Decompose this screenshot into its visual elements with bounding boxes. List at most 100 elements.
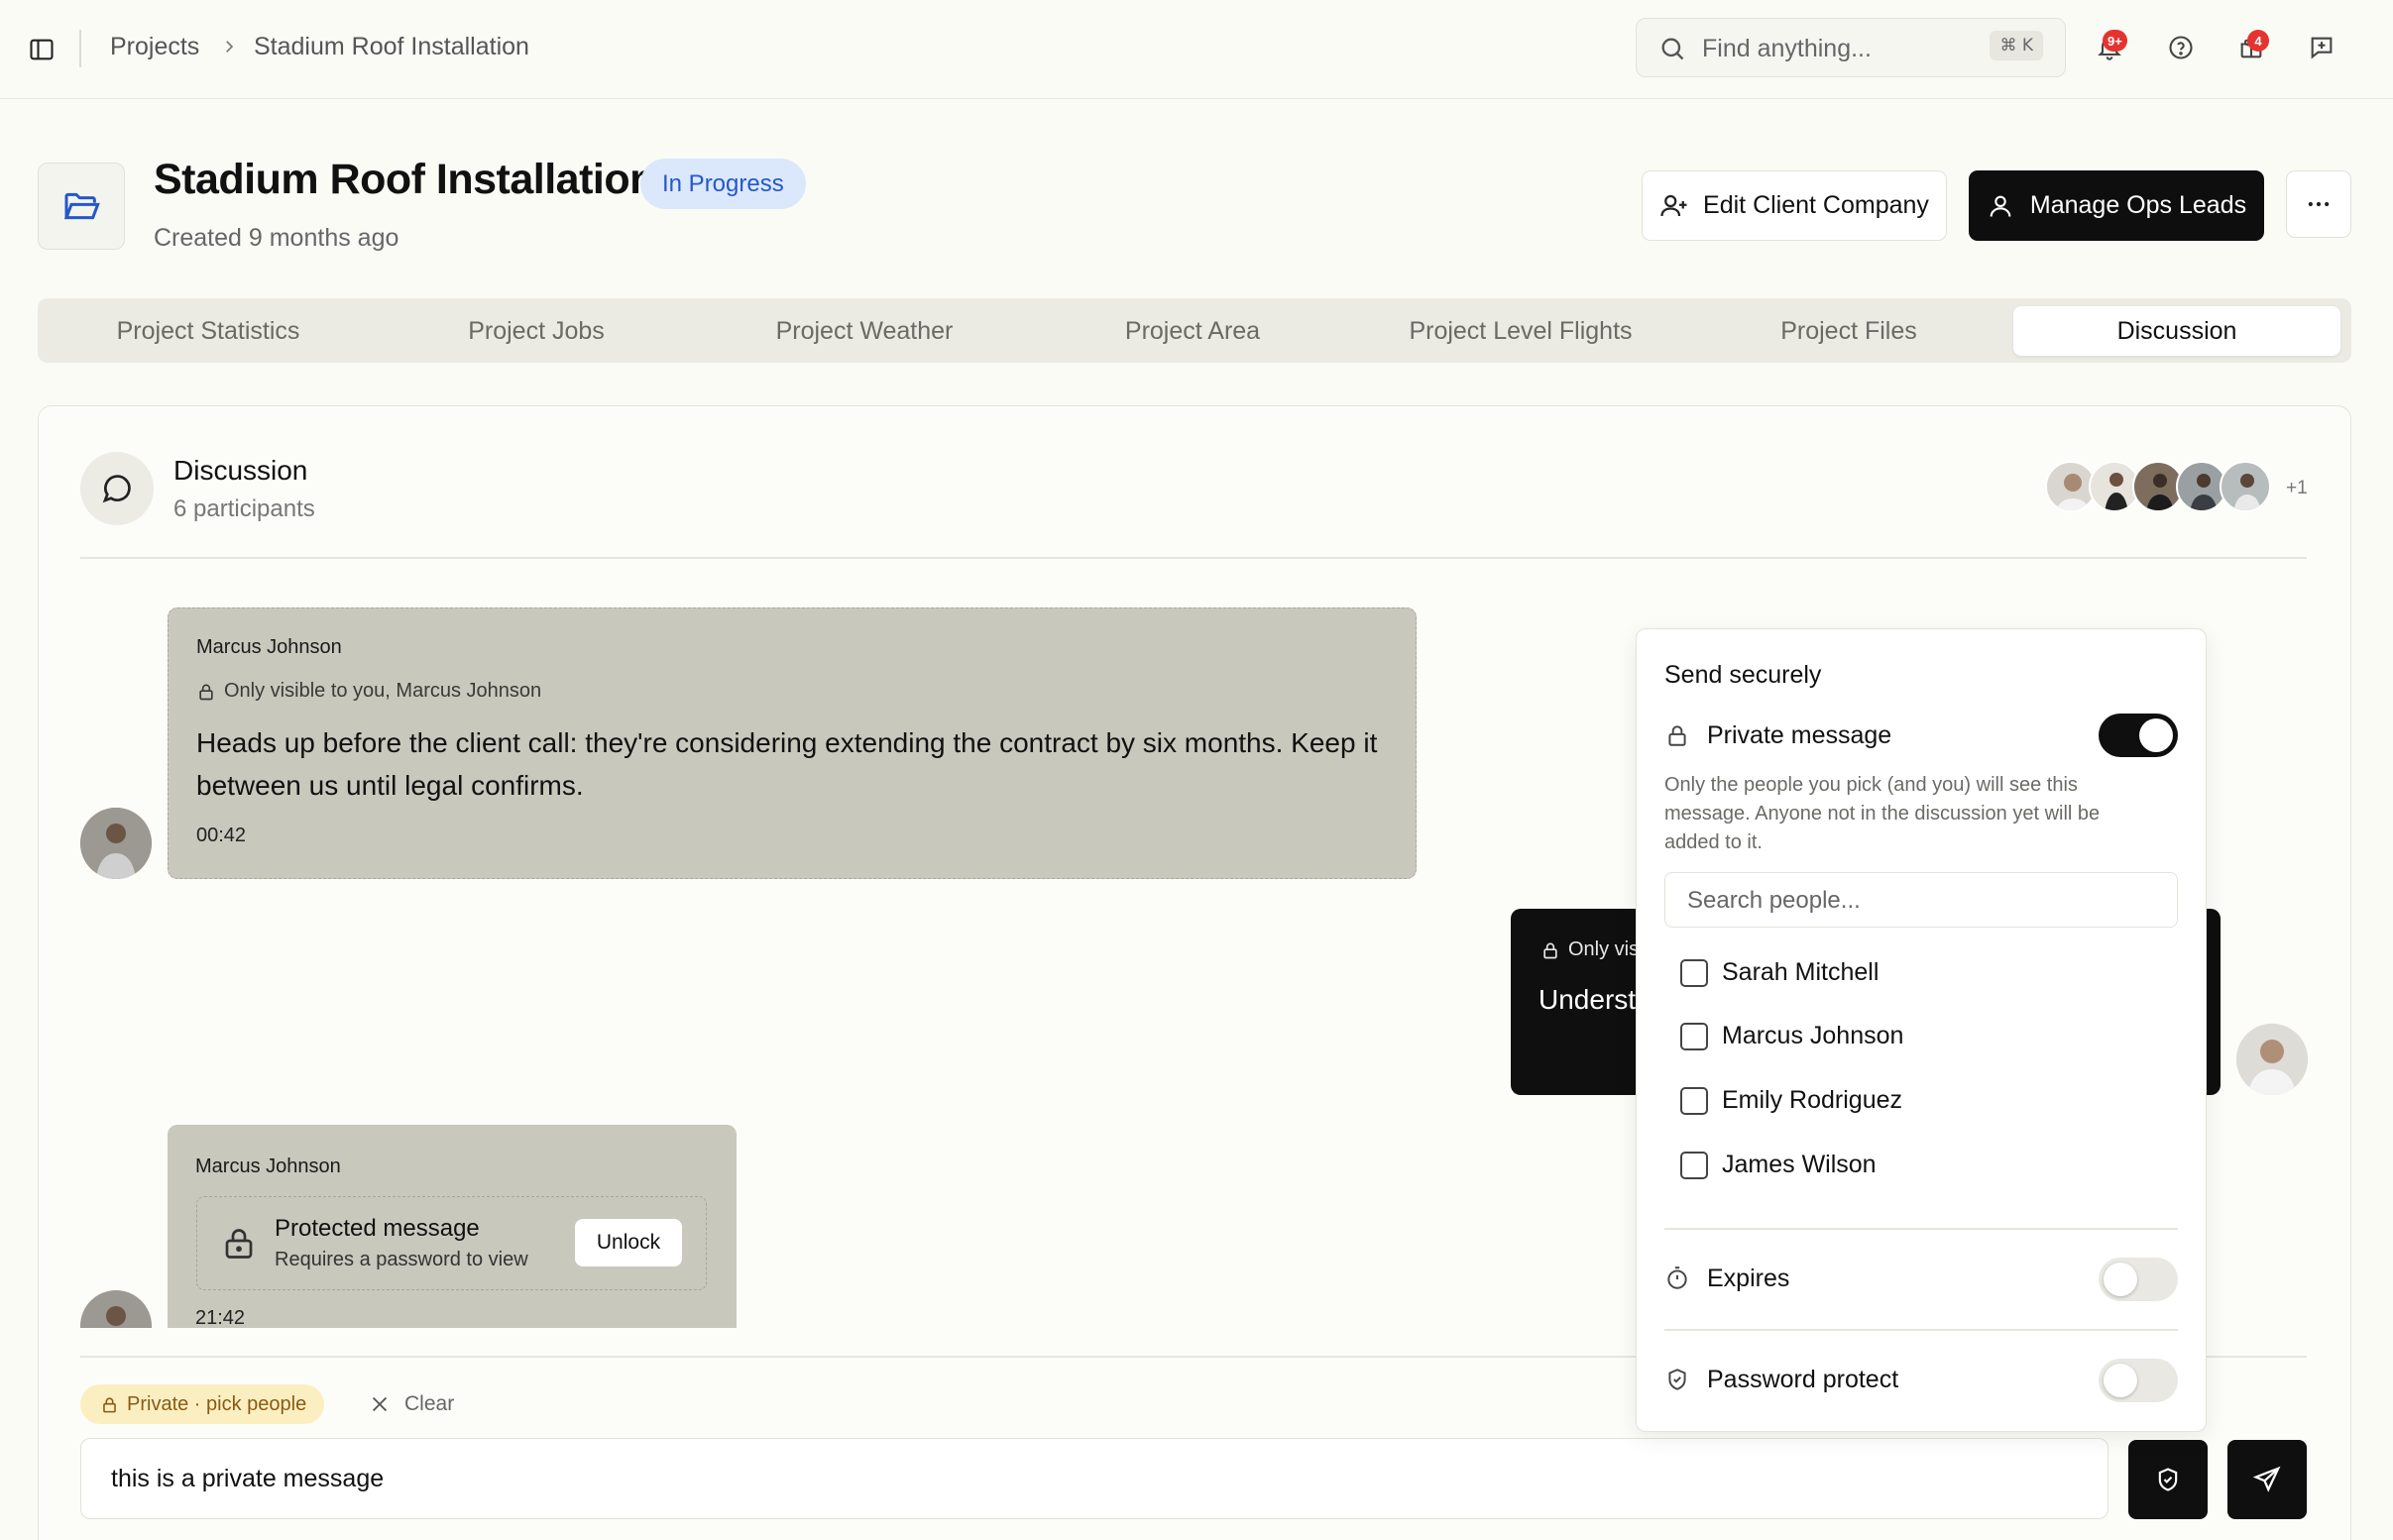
checkbox-sarah-mitchell[interactable] bbox=[1680, 959, 1708, 987]
manage-ops-leads-label: Manage Ops Leads bbox=[2029, 191, 2247, 219]
protected-subtitle: Requires a password to view bbox=[275, 1249, 528, 1270]
toggle-knob bbox=[2104, 1364, 2137, 1397]
checkbox-marcus-johnson[interactable] bbox=[1680, 1023, 1708, 1050]
manage-ops-leads-button[interactable]: Manage Ops Leads bbox=[1969, 170, 2264, 241]
message-input-text: this is a private message bbox=[111, 1465, 385, 1492]
shield-check-icon bbox=[1664, 1367, 1690, 1392]
clear-label: Clear bbox=[404, 1392, 455, 1415]
tab-discussion[interactable]: Discussion bbox=[2013, 306, 2340, 356]
breadcrumb-current[interactable]: Stadium Roof Installation bbox=[254, 33, 529, 61]
project-folder-icon-box bbox=[38, 163, 125, 250]
people-search-placeholder: Search people... bbox=[1687, 887, 1861, 914]
avatar bbox=[2236, 1024, 2308, 1095]
message-author: Marcus Johnson bbox=[196, 636, 342, 658]
chevron-right-icon bbox=[220, 37, 238, 56]
more-horizontal-icon bbox=[2305, 190, 2333, 218]
lock-icon bbox=[196, 682, 216, 702]
people-search-input[interactable]: Search people... bbox=[1664, 872, 2178, 928]
private-message-toggle[interactable] bbox=[2099, 714, 2178, 757]
send-button[interactable] bbox=[2227, 1440, 2307, 1519]
page-title: Stadium Roof Installation bbox=[154, 156, 655, 203]
more-participants-count: +1 bbox=[2286, 478, 2308, 498]
participants-count: 6 participants bbox=[173, 495, 315, 522]
message-time: 21:42 bbox=[195, 1307, 246, 1329]
protected-title: Protected message bbox=[275, 1215, 480, 1242]
toggle-knob bbox=[2104, 1263, 2137, 1296]
unlock-button[interactable]: Unlock bbox=[575, 1219, 682, 1266]
edit-client-company-label: Edit Client Company bbox=[1703, 191, 1929, 219]
message-circle-icon bbox=[80, 452, 154, 525]
user-plus-icon bbox=[1659, 191, 1689, 221]
popover-divider bbox=[1664, 1329, 2178, 1331]
lock-icon bbox=[100, 1395, 119, 1414]
send-securely-popover: Send securely Private message Only the p… bbox=[1636, 628, 2207, 1432]
project-tabs: Project Statistics Project Jobs Project … bbox=[38, 298, 2351, 363]
discussion-title: Discussion bbox=[173, 455, 308, 486]
folder-open-icon bbox=[61, 186, 101, 226]
notifications-badge: 9+ bbox=[2103, 30, 2127, 52]
private-message-label: Private message bbox=[1707, 721, 1892, 749]
message-input[interactable]: this is a private message bbox=[80, 1438, 2108, 1519]
toggle-knob bbox=[2139, 718, 2173, 752]
message-text: Underst bbox=[1538, 984, 1637, 1015]
person-name: James Wilson bbox=[1722, 1151, 1877, 1178]
tab-project-weather[interactable]: Project Weather bbox=[701, 306, 1028, 356]
shield-check-icon bbox=[2154, 1466, 2182, 1493]
search-icon bbox=[1658, 35, 1686, 62]
clear-button[interactable]: Clear bbox=[369, 1392, 454, 1416]
secure-send-options-button[interactable] bbox=[2128, 1440, 2208, 1519]
search-shortcut: ⌘ K bbox=[1990, 31, 2043, 60]
message-author: Marcus Johnson bbox=[195, 1155, 341, 1177]
header-divider bbox=[80, 557, 2307, 559]
protected-message-card: Protected message Requires a password to… bbox=[196, 1196, 707, 1290]
private-mode-pill[interactable]: Private · pick people bbox=[80, 1384, 325, 1424]
lock-icon bbox=[1664, 722, 1690, 748]
top-bar: Projects Stadium Roof Installation Find … bbox=[0, 0, 2393, 99]
timer-icon bbox=[1664, 1265, 1690, 1291]
message-visibility-text: Only vis bbox=[1568, 938, 1640, 960]
password-protect-label: Password protect bbox=[1707, 1366, 1899, 1393]
created-date: Created 9 months ago bbox=[154, 224, 399, 252]
popover-divider bbox=[1664, 1228, 2178, 1230]
lock-icon bbox=[221, 1225, 257, 1263]
help-circle-icon[interactable] bbox=[2161, 28, 2201, 67]
feedback-icon[interactable] bbox=[2302, 28, 2341, 67]
message-bubble: Marcus Johnson Only visible to you, Marc… bbox=[168, 607, 1417, 879]
tab-project-files[interactable]: Project Files bbox=[1685, 306, 2012, 356]
edit-client-company-button[interactable]: Edit Client Company bbox=[1642, 170, 1947, 241]
message-time: 00:42 bbox=[196, 825, 247, 846]
checkbox-james-wilson[interactable] bbox=[1680, 1152, 1708, 1179]
private-help-text: Only the people you pick (and you) will … bbox=[1664, 774, 2101, 853]
person-name: Emily Rodriguez bbox=[1722, 1086, 1903, 1114]
message-visibility-text: Only visible to you, Marcus Johnson bbox=[224, 680, 542, 702]
message-text: Heads up before the client call: they're… bbox=[196, 727, 1378, 801]
message-visibility: Only vis bbox=[1540, 938, 1639, 961]
expires-toggle[interactable] bbox=[2099, 1258, 2178, 1301]
close-icon bbox=[369, 1393, 391, 1415]
avatar bbox=[80, 808, 152, 879]
tab-project-statistics[interactable]: Project Statistics bbox=[45, 306, 372, 356]
popover-title: Send securely bbox=[1664, 661, 1822, 689]
topbar-divider bbox=[79, 30, 81, 67]
private-mode-label: Private · pick people bbox=[127, 1392, 307, 1415]
breadcrumb-projects[interactable]: Projects bbox=[110, 33, 199, 61]
send-icon bbox=[2252, 1465, 2282, 1494]
global-search[interactable]: Find anything... ⌘ K bbox=[1636, 18, 2066, 77]
person-name: Sarah Mitchell bbox=[1722, 958, 1880, 986]
lock-icon bbox=[1540, 940, 1560, 960]
user-icon bbox=[1987, 192, 2014, 220]
updates-badge: 4 bbox=[2247, 30, 2269, 52]
tab-project-level-flights[interactable]: Project Level Flights bbox=[1357, 306, 1684, 356]
message-visibility: Only visible to you, Marcus Johnson bbox=[196, 680, 541, 703]
expires-label: Expires bbox=[1707, 1265, 1790, 1292]
tab-project-jobs[interactable]: Project Jobs bbox=[373, 306, 700, 356]
more-options-button[interactable] bbox=[2286, 170, 2351, 238]
person-name: Marcus Johnson bbox=[1722, 1022, 1904, 1049]
tab-project-area[interactable]: Project Area bbox=[1029, 306, 1356, 356]
sidebar-toggle-icon[interactable] bbox=[24, 32, 59, 67]
avatar[interactable] bbox=[2220, 461, 2271, 512]
checkbox-emily-rodriguez[interactable] bbox=[1680, 1087, 1708, 1115]
search-placeholder: Find anything... bbox=[1702, 35, 1872, 62]
password-protect-toggle[interactable] bbox=[2099, 1359, 2178, 1402]
status-badge: In Progress bbox=[640, 159, 806, 209]
